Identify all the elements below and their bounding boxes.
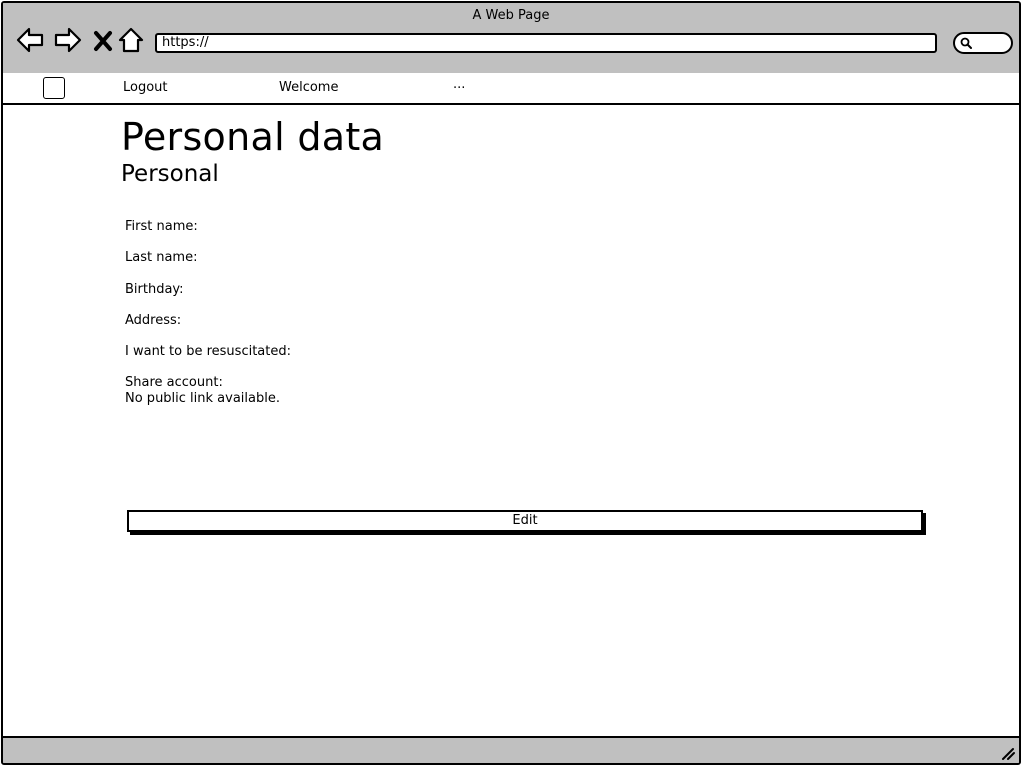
menu-item-more[interactable]: ... <box>453 77 465 92</box>
window-title: A Web Page <box>472 8 550 23</box>
section-title: Personal <box>121 161 219 187</box>
menu-checkbox[interactable] <box>43 77 65 99</box>
search-icon <box>960 37 972 49</box>
browser-titlebar: A Web Page https:// <box>3 3 1019 75</box>
resuscitate-label: I want to be resuscitated: <box>125 344 291 359</box>
top-menu-bar: Logout Welcome ... <box>3 73 1019 105</box>
browser-window: A Web Page https:// Logout Welcome ... P… <box>1 1 1021 765</box>
birthday-label: Birthday: <box>125 282 184 297</box>
last-name-label: Last name: <box>125 250 198 265</box>
page-title: Personal data <box>121 115 385 159</box>
resize-grip-icon[interactable] <box>1001 746 1015 760</box>
home-icon[interactable] <box>117 25 145 55</box>
url-bar[interactable]: https:// <box>155 33 937 53</box>
address-label: Address: <box>125 313 182 328</box>
browser-status-bar <box>3 736 1019 763</box>
menu-item-logout[interactable]: Logout <box>123 80 168 95</box>
close-icon[interactable] <box>91 25 115 55</box>
back-arrow-icon[interactable] <box>15 25 45 55</box>
browser-search-box[interactable] <box>953 32 1013 54</box>
first-name-label: First name: <box>125 219 198 234</box>
share-status-text: No public link available. <box>125 391 280 406</box>
menu-item-welcome[interactable]: Welcome <box>279 80 338 95</box>
forward-arrow-icon[interactable] <box>53 25 83 55</box>
share-account-label: Share account: <box>125 375 223 390</box>
edit-button[interactable]: Edit <box>127 510 923 532</box>
page-header: Personal data Personal <box>121 115 384 187</box>
